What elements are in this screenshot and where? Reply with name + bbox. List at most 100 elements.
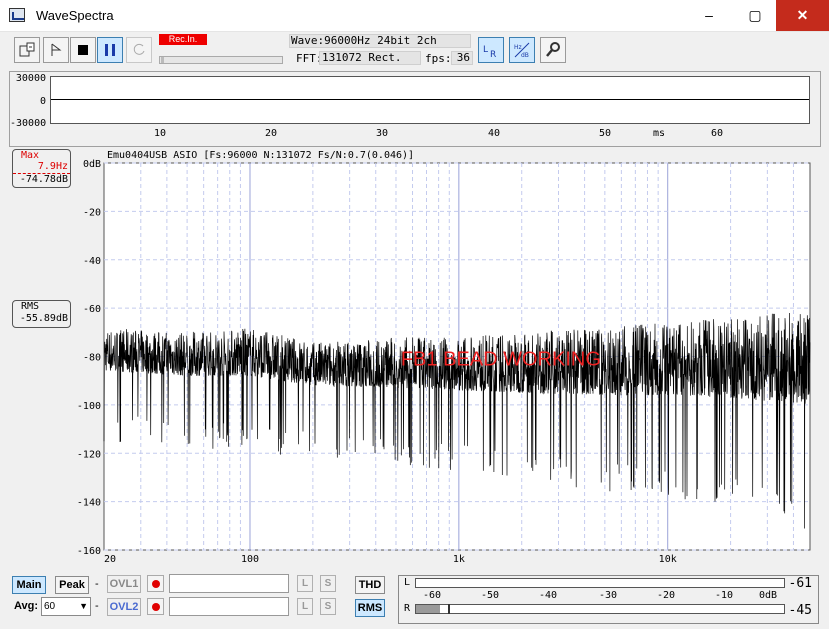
average-select[interactable]: 60 ▼ <box>41 597 91 616</box>
lr-channel-icon: LR <box>483 45 496 59</box>
wave-y-tick: -30000 <box>10 118 47 129</box>
toolbar: Rec.In. Wave:96000Hz 24bit 2ch FFT: 1310… <box>0 32 829 70</box>
reload-icon <box>133 43 145 55</box>
waveform-trace <box>51 99 809 100</box>
x-tick-label: 100 <box>241 554 259 565</box>
ovl2-indicator: OVL2 <box>107 598 141 616</box>
y-tick-label: -60 <box>83 304 101 315</box>
meter-l-bar <box>415 578 785 588</box>
spectrum-chart[interactable]: 0dB -20 -40 -60 -80 -100 -120 -140 -16020 100 1k 10… <box>9 147 821 567</box>
svg-text:dB: dB <box>521 52 529 59</box>
avg-label: Avg: <box>14 600 39 612</box>
main-button[interactable]: Main <box>12 576 46 594</box>
title-bar: WaveSpectra – ▢ ✕ <box>0 0 829 32</box>
spectrum-annotation: FB1 BEAD WORKING <box>401 349 601 371</box>
meter-r-label: R <box>404 603 411 614</box>
bottom-controls: Main Peak - Avg: 60 ▼ - OVL1 L S OVL2 L … <box>0 568 829 629</box>
meter-r-value: -45 <box>788 603 812 618</box>
y-tick-label: 0dB <box>83 159 101 170</box>
wave-y-tick: 0 <box>39 96 46 107</box>
pause-button[interactable] <box>97 37 123 63</box>
meter-scale-tick: -60 <box>423 590 442 601</box>
reload-button[interactable] <box>126 37 152 63</box>
meter-l-label: L <box>404 577 411 588</box>
max-readout: Max 7.9Hz -74.78dB <box>12 149 71 188</box>
svg-text:Hz: Hz <box>514 44 522 51</box>
wave-x-tick: 40 <box>488 128 501 139</box>
rec-input-badge: Rec.In. <box>159 34 207 45</box>
stop-button[interactable] <box>70 37 96 63</box>
rms-readout: RMS -55.89dB <box>12 300 71 328</box>
wave-x-tick: 30 <box>376 128 389 139</box>
stop-icon <box>78 45 88 55</box>
hz-db-scale-icon: HzdB <box>514 42 530 59</box>
ch1-s-button[interactable]: S <box>320 575 336 592</box>
svg-text:L: L <box>483 45 488 55</box>
y-tick-label: -100 <box>77 401 101 412</box>
fft-size-field[interactable]: 131072 Rect. <box>319 51 421 65</box>
y-tick-label: -80 <box>83 353 101 364</box>
ch1-l-button[interactable]: L <box>297 575 313 592</box>
dash-label: - <box>95 578 99 590</box>
ch1-file-field[interactable] <box>169 574 289 593</box>
ch2-l-button[interactable]: L <box>297 598 313 615</box>
y-tick-label: -20 <box>83 207 101 218</box>
wave-x-unit: ms <box>653 128 666 139</box>
chevron-down-icon: ▼ <box>79 601 88 611</box>
thd-button[interactable]: THD <box>355 576 385 594</box>
ovl1-indicator: OVL1 <box>107 575 141 593</box>
maximize-button[interactable]: ▢ <box>732 0 778 31</box>
meter-scale-tick: -50 <box>481 590 500 601</box>
close-button[interactable]: ✕ <box>776 0 829 31</box>
y-tick-label: -140 <box>77 498 101 509</box>
waveform-plot[interactable] <box>50 76 810 124</box>
rms-button[interactable]: RMS <box>355 599 385 617</box>
minimize-button[interactable]: – <box>686 0 732 31</box>
wave-format-label: Wave:96000Hz 24bit 2ch <box>289 34 471 48</box>
pause-icon <box>105 44 115 56</box>
ch2-s-button[interactable]: S <box>320 598 336 615</box>
y-tick-label: -40 <box>83 256 101 267</box>
ch2-file-field[interactable] <box>169 597 289 616</box>
y-tick-label: -120 <box>77 449 101 460</box>
x-tick-label: 10k <box>659 554 677 565</box>
rms-level: -55.89dB <box>19 313 68 324</box>
rms-title: RMS <box>21 301 40 312</box>
record-progress-slider[interactable] <box>159 56 283 64</box>
lr-channel-button[interactable]: LR <box>478 37 504 63</box>
record-ch2-button[interactable] <box>147 598 164 615</box>
window-title: WaveSpectra <box>36 8 114 23</box>
meter-r-bar <box>415 604 785 614</box>
settings-button[interactable] <box>540 37 566 63</box>
meter-r-fill <box>416 605 441 613</box>
generator-icon <box>51 43 62 56</box>
y-tick-label: -160 <box>77 546 101 557</box>
meter-scale-tick: -10 <box>715 590 734 601</box>
fps-value: 36 <box>451 51 473 65</box>
spectrum-header: Emu0404USB ASIO [Fs:96000 N:131072 Fs/N:… <box>107 150 415 161</box>
svg-text:R: R <box>490 50 496 59</box>
dash-label: - <box>95 600 99 612</box>
meter-scale-tick: 0dB <box>759 590 778 601</box>
wave-x-tick: 50 <box>599 128 612 139</box>
fps-label: fps: <box>425 52 452 65</box>
wave-x-tick: 60 <box>711 128 724 139</box>
hz-db-scale-button[interactable]: Hz dB <box>509 37 535 63</box>
meter-scale-tick: -40 <box>539 590 558 601</box>
app-icon <box>9 8 25 22</box>
wave-x-tick: 20 <box>265 128 278 139</box>
max-title: Max <box>21 150 40 161</box>
wave-x-tick: 10 <box>154 128 167 139</box>
x-tick-label: 1k <box>453 554 465 565</box>
wave-y-tick: 30000 <box>15 73 46 84</box>
spectrum-panel: 0dB -20 -40 -60 -80 -100 -120 -140 -160 20 100 1k 10… <box>9 147 821 567</box>
meter-scale-tick: -30 <box>599 590 618 601</box>
open-file-button[interactable] <box>14 37 40 63</box>
meter-r-peak-marker <box>448 604 451 614</box>
peak-button[interactable]: Peak <box>55 576 89 594</box>
meter-l-value: -61 <box>788 576 812 591</box>
waveform-panel: 30000 0 -30000 10 20 30 40 50 ms 60 <box>9 71 821 147</box>
average-value: 60 <box>44 601 56 612</box>
generator-button[interactable] <box>43 37 69 63</box>
record-ch1-button[interactable] <box>147 575 164 592</box>
